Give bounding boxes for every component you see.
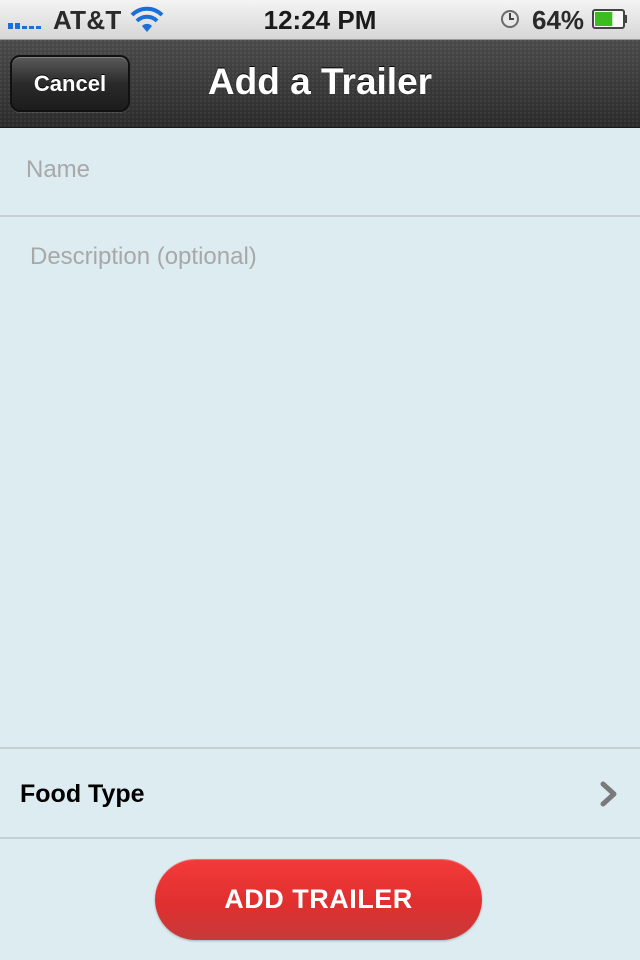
screen: AT&T 12:24 PM 64% Cancel Add a Trailer N… (0, 0, 640, 960)
page-title: Add a Trailer (207, 61, 433, 102)
clock-icon (501, 10, 519, 28)
chevron-right-icon (600, 781, 617, 807)
name-input[interactable] (26, 150, 616, 190)
status-bar: AT&T 12:24 PM 64% (0, 0, 640, 40)
food-type-row[interactable]: Food Type (0, 749, 640, 839)
cancel-button[interactable]: Cancel (10, 55, 130, 112)
battery-icon (592, 9, 627, 29)
nav-bar: Cancel Add a Trailer (0, 40, 640, 128)
food-type-label: Food Type (20, 780, 145, 808)
description-field-row (0, 217, 640, 749)
description-input[interactable] (30, 243, 620, 723)
battery-percent: 64% (532, 5, 585, 35)
name-field-row (0, 128, 640, 217)
add-trailer-button[interactable]: ADD TRAILER (155, 859, 482, 940)
